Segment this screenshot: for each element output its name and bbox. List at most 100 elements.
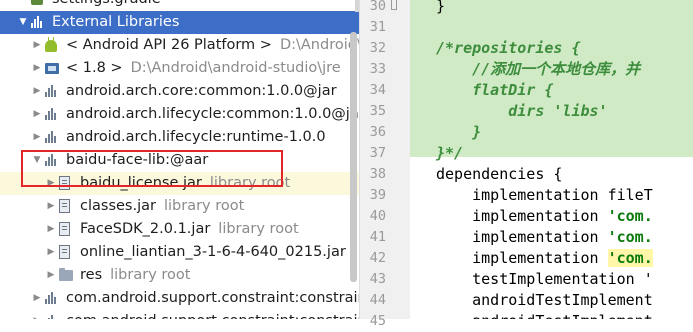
tree-row[interactable]: ▶ com.android.support.constraint:constrai…: [0, 310, 359, 319]
tree-row-text: classes.jar: [80, 198, 156, 214]
code-token: implementation: [436, 249, 608, 267]
collapse-arrow-icon[interactable]: ▶: [46, 195, 56, 218]
tree-row-text: com.android.support.constraint:constrain…: [66, 313, 359, 319]
code-token: dirs 'libs': [436, 102, 608, 120]
code-token: testImplementation ': [436, 270, 653, 288]
scrollbar-thumb[interactable]: [350, 32, 357, 282]
tree-row[interactable]: ▶ classes.jar library root: [0, 195, 359, 218]
code-line[interactable]: implementation fileT: [436, 185, 653, 206]
code-token: /*repositories {: [436, 39, 581, 57]
tree-row-text: < Android API 26 Platform >: [66, 37, 272, 53]
code-line[interactable]: }: [436, 122, 481, 143]
code-editor[interactable]: } /*repositories { //添加一个本地仓库，并 flatDir {…: [410, 0, 693, 319]
tree-row-label: classes.jar library root: [80, 195, 244, 218]
tree-row-label: res library root: [80, 264, 190, 287]
collapse-arrow-icon[interactable]: ▶: [46, 241, 56, 264]
line-number: 45: [369, 313, 386, 329]
tree-row-label: android.arch.core:common:1.0.0@jar: [66, 80, 337, 103]
code-token: androidTestImplement: [436, 291, 653, 309]
collapse-arrow-icon[interactable]: ▶: [32, 287, 42, 310]
tree-row[interactable]: ▶ com.android.support.constraint:constrai…: [0, 287, 359, 310]
tree-row[interactable]: ▶ online_liantian_3-1-6-4-640_0215.jarlib: [0, 241, 359, 264]
project-tree-scrollbar[interactable]: [349, 0, 358, 319]
collapse-arrow-icon[interactable]: ▶: [32, 103, 42, 126]
tree-row[interactable]: ▶ < 1.8 > D:\Android\android-studio\jre: [0, 57, 359, 80]
jar-icon: [59, 199, 70, 213]
tree-row-label: online_liantian_3-1-6-4-640_0215.jarlib: [80, 241, 359, 264]
code-token: implementation: [436, 228, 608, 246]
lib-icon: [45, 84, 59, 97]
line-number: 30: [369, 0, 386, 14]
code-line[interactable]: }: [436, 0, 445, 17]
tree-row[interactable]: ▶ FaceSDK_2.0.1.jar library root: [0, 218, 359, 241]
jdk-icon: [45, 63, 59, 74]
tree-row-label: settings.gradle: [52, 0, 161, 11]
code-line[interactable]: flatDir {: [436, 80, 553, 101]
collapse-arrow-icon[interactable]: ▶: [32, 34, 42, 57]
code-line[interactable]: implementation 'com.: [436, 248, 653, 269]
tree-row[interactable]: ▶ android.arch.lifecycle:common:1.0.0@jar: [0, 103, 359, 126]
annotation-highlight-box: [21, 150, 283, 187]
tree-row[interactable]: settings.gradle: [0, 0, 359, 11]
code-line[interactable]: dirs 'libs': [436, 101, 608, 122]
code-token: implementation: [436, 207, 608, 225]
tree-row[interactable]: ▶ < Android API 26 Platform > D:\Android\a: [0, 34, 359, 57]
tree-row-path: library root: [110, 267, 191, 283]
code-line[interactable]: testImplementation ': [436, 269, 653, 290]
code-line[interactable]: implementation 'com.: [436, 227, 653, 248]
code-token: //添加一个本地仓库，并: [436, 60, 641, 78]
tree-row-text: FaceSDK_2.0.1.jar: [80, 221, 211, 237]
line-number: 41: [369, 229, 386, 245]
line-number: 31: [369, 19, 386, 35]
editor-gutter: 30 31 32 33 34 35 36 37 38 39 40 41 42 43 44 45: [359, 0, 411, 329]
tree-row-text: settings.gradle: [52, 0, 161, 7]
collapse-arrow-icon[interactable]: ▶: [32, 310, 42, 319]
tree-row-label: FaceSDK_2.0.1.jar library root: [80, 218, 299, 241]
tree-row-path: library root: [218, 221, 299, 237]
fold-marker-icon[interactable]: [391, 0, 397, 10]
tree-row-label: android.arch.lifecycle:runtime-1.0.0: [66, 126, 326, 149]
code-line[interactable]: androidTestImplement: [436, 290, 653, 311]
tree-row-text: android.arch.lifecycle:common:1.0.0@jar: [66, 106, 359, 122]
code-token: }: [436, 123, 482, 141]
tree-row[interactable]: ▶ android.arch.core:common:1.0.0@jar: [0, 80, 359, 103]
line-number: 44: [369, 292, 386, 308]
line-number: 43: [369, 271, 386, 287]
jar-icon: [59, 245, 70, 259]
line-number: 32: [369, 40, 386, 56]
line-number: 37: [369, 145, 386, 161]
tree-row[interactable]: ▶ res library root: [0, 264, 359, 287]
gradle-icon: [31, 0, 43, 5]
tree-row-label: < Android API 26 Platform > D:\Android\a: [66, 34, 359, 57]
collapse-arrow-icon[interactable]: ▶: [46, 264, 56, 287]
code-token: }*/: [436, 144, 464, 162]
line-number: 42: [369, 250, 386, 266]
collapse-arrow-icon[interactable]: ▶: [46, 218, 56, 241]
code-line[interactable]: androidTestImplement: [436, 311, 653, 319]
tree-row-text: < 1.8 >: [66, 60, 123, 76]
tree-row-text: External Libraries: [52, 14, 180, 30]
code-line[interactable]: /*repositories {: [436, 38, 581, 59]
lib-icon: [31, 15, 45, 28]
tree-row-path: D:\Android\a: [279, 37, 359, 53]
collapse-arrow-icon[interactable]: ▶: [32, 126, 42, 149]
code-line[interactable]: }*/: [436, 143, 463, 164]
tree-row[interactable]: ▶ android.arch.lifecycle:runtime-1.0.0: [0, 126, 359, 149]
code-line[interactable]: implementation 'com.: [436, 206, 653, 227]
lib-icon: [45, 130, 59, 143]
code-line[interactable]: //添加一个本地仓库，并: [436, 59, 640, 80]
line-number: 35: [369, 103, 386, 119]
collapse-arrow-icon[interactable]: ▶: [32, 57, 42, 80]
tree-row[interactable]: ▼ External Libraries: [0, 11, 359, 34]
tree-row-label: com.android.support.constraint:constrain…: [66, 287, 359, 310]
code-line[interactable]: dependencies {: [436, 164, 562, 185]
tree-row-path: D:\Android\android-studio\jre: [130, 60, 341, 76]
tree-row-text: res: [80, 267, 103, 283]
collapse-arrow-icon[interactable]: ▶: [32, 80, 42, 103]
code-token: 'com.: [607, 207, 653, 225]
lib-icon: [45, 291, 59, 304]
line-number: 40: [369, 208, 386, 224]
folder-icon: [59, 268, 73, 281]
expand-arrow-icon[interactable]: ▼: [18, 11, 28, 34]
tree-row-text: android.arch.lifecycle:runtime-1.0.0: [66, 129, 326, 145]
